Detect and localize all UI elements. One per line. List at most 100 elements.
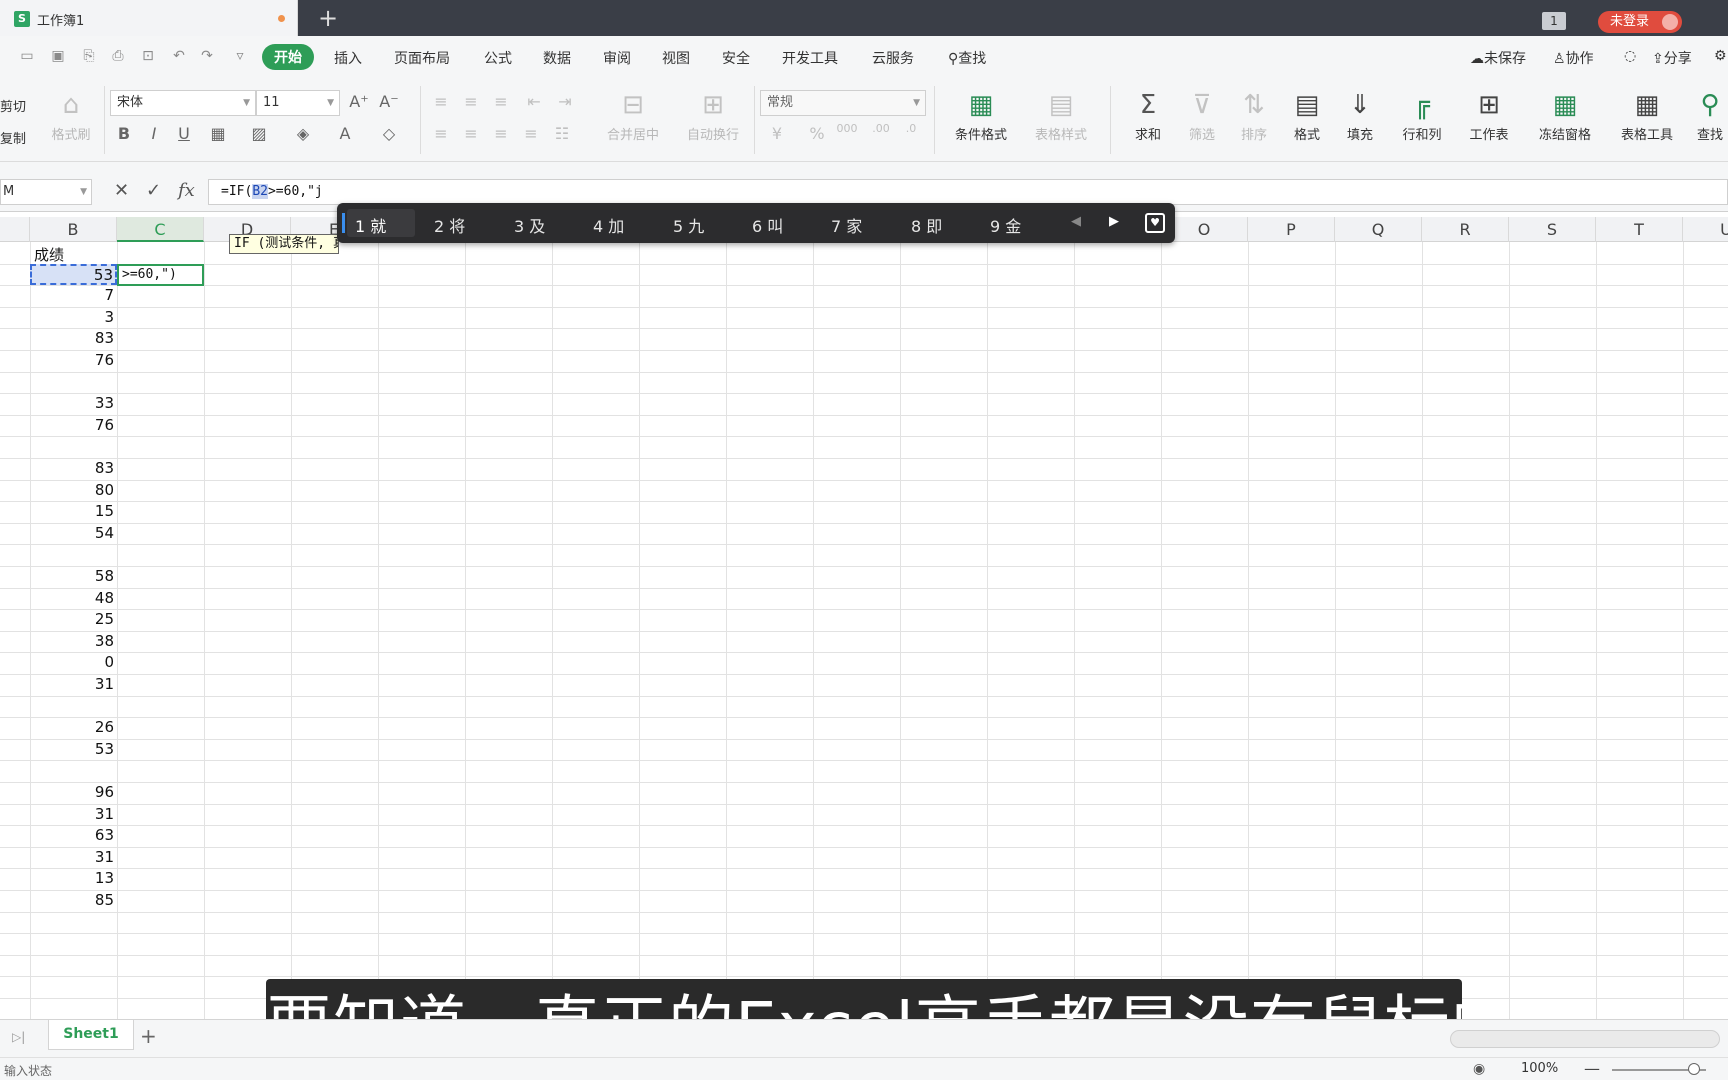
table-tools-button[interactable]: ▦ 表格工具 [1610,90,1684,143]
open-folder-icon[interactable]: ▭ [18,48,36,64]
cell-b18[interactable]: 25 [30,609,116,630]
settings-gear-icon[interactable]: ⚙ [1714,48,1727,64]
copy-button[interactable]: 复制 [0,128,26,147]
cancel-x-icon[interactable]: ✕ [114,180,129,201]
cell-b15[interactable] [30,544,116,565]
cell-style-icon[interactable]: ▨ [248,124,270,143]
font-color-icon[interactable]: A [334,124,356,143]
italic-icon[interactable]: I [143,124,165,143]
menu-developer[interactable]: 开发工具 [782,48,838,68]
name-box[interactable]: M ▼ [0,179,92,205]
indent-increase-icon[interactable]: ⇥ [554,92,576,111]
ime-candidate-3[interactable]: 3 及 [514,213,545,237]
ime-candidate-9[interactable]: 9 金 [990,213,1021,237]
zoom-level[interactable]: 100% [1521,1061,1558,1076]
sheet-nav-icon[interactable]: ▷| [12,1030,25,1044]
cell-b30[interactable]: 13 [30,868,116,889]
fill-button[interactable]: ⇓ 填充 [1338,90,1382,143]
cell-b17[interactable]: 48 [30,588,116,609]
share-button[interactable]: ⇪分享 [1652,48,1692,68]
print-icon[interactable]: ⎙ [109,48,127,64]
referenced-cell-b2[interactable]: 53 [30,264,117,285]
sheet-tab-sheet1[interactable]: Sheet1 [48,1020,134,1050]
cell-b1-header[interactable]: 成绩 [34,244,64,265]
cell-b5[interactable]: 83 [30,328,116,349]
menu-view[interactable]: 视图 [662,48,690,68]
cell-b31[interactable]: 85 [30,890,116,911]
cell-b22[interactable] [30,696,116,717]
print-preview-icon[interactable]: ⊡ [139,48,157,64]
zoom-out-icon[interactable]: — [1584,1059,1600,1078]
redo-icon[interactable]: ↷ [198,48,216,64]
cell-b3[interactable]: 7 [30,285,116,306]
rows-columns-button[interactable]: ╔ 行和列 [1393,90,1451,143]
new-tab-plus-icon[interactable]: + [318,4,338,32]
column-header-r[interactable]: R [1422,217,1509,242]
menu-data[interactable]: 数据 [543,48,571,68]
ime-candidate-6[interactable]: 6 叫 [752,213,783,237]
sum-button[interactable]: Σ 求和 [1126,90,1170,143]
align-middle-icon[interactable]: ≡ [460,92,482,111]
menu-search[interactable]: ⚲查找 [948,48,986,68]
align-center-icon[interactable]: ≡ [460,124,482,143]
cell-b16[interactable]: 58 [30,566,116,587]
borders-icon[interactable]: ▦ [207,124,229,143]
ime-skin-icon[interactable]: ♥ [1145,213,1165,233]
worksheet-button[interactable]: ⊞ 工作表 [1460,90,1518,143]
cell-b6[interactable]: 76 [30,350,116,371]
menu-formulas[interactable]: 公式 [484,48,512,68]
column-header-p[interactable]: P [1248,217,1335,242]
active-cell-c2[interactable]: >=60,") [117,264,204,286]
cell-b24[interactable]: 53 [30,739,116,760]
cell-b7[interactable] [30,372,116,393]
cell-b26[interactable]: 96 [30,782,116,803]
format-painter-button[interactable]: ⌂ 格式刷 [46,90,96,143]
fill-color-icon[interactable]: ◈ [292,124,314,143]
cell-b8[interactable]: 33 [30,393,116,414]
increase-font-icon[interactable]: A⁺ [348,92,370,111]
bold-icon[interactable]: B [113,124,135,143]
menu-review[interactable]: 审阅 [603,48,631,68]
horizontal-scrollbar[interactable] [1450,1030,1720,1048]
sort-button[interactable]: ⇅ 排序 [1232,90,1276,143]
conditional-format-button[interactable]: ▦ 条件格式 [944,90,1018,143]
ime-prev-page-icon[interactable]: ◀ [1071,214,1081,229]
column-header-q[interactable]: Q [1335,217,1422,242]
decrease-decimal-icon[interactable]: .0 [900,122,922,135]
eye-protection-icon[interactable]: ◉ [1473,1061,1485,1077]
cell-b29[interactable]: 31 [30,847,116,868]
column-header-s[interactable]: S [1509,217,1596,242]
cell-b14[interactable]: 54 [30,523,116,544]
spreadsheet-grid[interactable]: BCDEFGHIJKLMNOPQRSTU 成绩 53 >=60,") IF (测… [0,217,1728,1019]
currency-icon[interactable]: ¥ [766,124,788,143]
column-header-partial[interactable] [0,217,30,242]
decrease-font-icon[interactable]: A⁻ [378,92,400,111]
collaborate-button[interactable]: ♙协作 [1553,48,1594,68]
menu-page-layout[interactable]: 页面布局 [394,48,450,68]
menu-security[interactable]: 安全 [722,48,750,68]
align-top-icon[interactable]: ≡ [430,92,452,111]
confirm-check-icon[interactable]: ✓ [146,180,161,201]
cell-b11[interactable]: 83 [30,458,116,479]
comment-icon[interactable]: ◌ [1624,48,1636,64]
add-sheet-plus-icon[interactable]: + [140,1024,157,1048]
undo-icon[interactable]: ↶ [170,48,188,64]
column-header-b[interactable]: B [30,217,117,242]
document-tab[interactable]: S 工作簿1 [0,0,298,36]
cell-b13[interactable]: 15 [30,501,116,522]
font-size-select[interactable]: 11 ▼ [256,90,340,116]
zoom-slider-thumb[interactable] [1688,1063,1700,1075]
font-name-select[interactable]: 宋体 ▼ [110,90,256,116]
filter-button[interactable]: ⊽ 筛选 [1180,90,1224,143]
menu-home[interactable]: 开始 [262,44,314,70]
ime-candidate-5[interactable]: 5 九 [673,213,704,237]
customize-dropdown-icon[interactable]: ▿ [231,48,249,64]
percent-icon[interactable]: % [806,124,828,143]
cell-b21[interactable]: 31 [30,674,116,695]
column-header-c[interactable]: C [117,217,204,242]
table-style-button[interactable]: ▤ 表格样式 [1026,90,1096,143]
cell-b9[interactable]: 76 [30,415,116,436]
insert-function-button[interactable]: fx [178,180,195,201]
clear-eraser-icon[interactable]: ◇ [378,124,400,143]
cut-button[interactable]: 剪切 [0,96,26,115]
